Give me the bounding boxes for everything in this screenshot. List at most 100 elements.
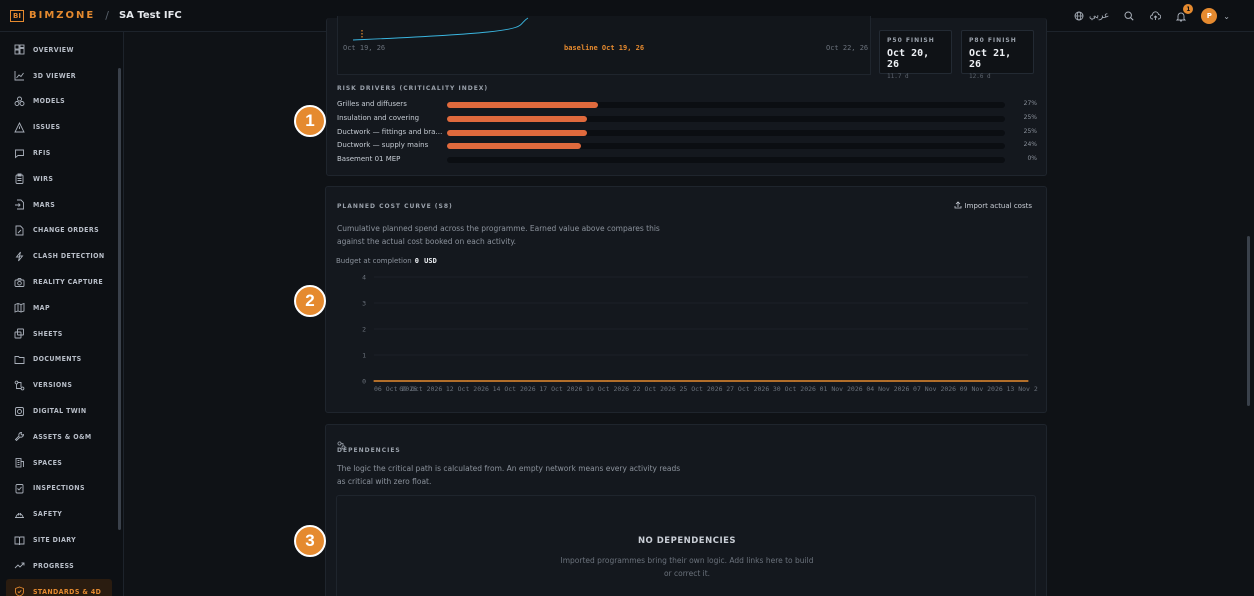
sidebar-item-site-diary[interactable]: SITE DIARY <box>0 527 123 553</box>
sidebar-item-safety[interactable]: SAFETY <box>0 501 123 527</box>
wrench-icon <box>14 431 25 442</box>
x-tick-label: 04 Nov 2026 <box>866 385 909 391</box>
sidebar-item-clash-detection[interactable]: CLASH DETECTION <box>0 243 123 269</box>
sidebar-item-standards-4d[interactable]: STANDARDS & 4D <box>6 578 112 596</box>
x-tick-label: 09 Oct 2026 <box>399 385 442 391</box>
sidebar-item-reality-capture[interactable]: REALITY CAPTURE <box>0 269 123 295</box>
avatar[interactable]: P <box>1201 8 1218 24</box>
sidebar-item-label: 3D VIEWER <box>33 71 77 80</box>
y-tick-label: 4 <box>362 274 366 282</box>
language-switch[interactable]: عربي <box>1073 10 1109 22</box>
series-point <box>466 380 469 382</box>
cost-curve-chart: 0 1 2 3 4 06 Oct 2026 09 Oct 2026 12 Oct 2026 14… <box>336 271 1050 394</box>
risk-driver-bar-track <box>447 115 1005 122</box>
import-actual-costs-label: Import actual costs <box>964 202 1032 210</box>
sidebar-item-progress[interactable]: PROGRESS <box>0 553 123 579</box>
series-point <box>653 380 655 382</box>
shield-check-icon <box>14 586 25 596</box>
sidebar-item-rfis[interactable]: RFIS <box>0 140 123 166</box>
annotation-marker-3: 3 <box>294 525 326 557</box>
sidebar-item-documents[interactable]: DOCUMENTS <box>0 347 123 373</box>
logo[interactable]: BI BIMZONE <box>10 9 95 22</box>
sidebar-item-label: DOCUMENTS <box>33 355 82 364</box>
cost-desc-line1: Cumulative planned spend across the prog… <box>337 224 660 233</box>
sidebar-item-label: ASSETS & O&M <box>33 432 92 441</box>
sidebar-item-versions[interactable]: VERSIONS <box>0 372 123 398</box>
y-tick-label: 1 <box>362 352 366 360</box>
sidebar-item-models[interactable]: MODELS <box>0 89 123 115</box>
sidebar-item-label: SHEETS <box>33 329 63 338</box>
sidebar-item-mars[interactable]: MARS <box>0 192 123 218</box>
project-name[interactable]: SA Test IFC <box>119 10 182 21</box>
sidebar-item-digital-twin[interactable]: DIGITAL TWIN <box>0 398 123 424</box>
y-tick-label: 2 <box>362 326 366 334</box>
risk-driver-bar-fill <box>447 129 587 136</box>
risk-driver-label: Basement 01 MEP <box>337 155 401 164</box>
globe-icon <box>1073 10 1085 22</box>
sidebar-scrollbar[interactable] <box>118 68 121 530</box>
sidebar-item-wirs[interactable]: WIRS <box>0 166 123 192</box>
top-actions: عربي 1 P ⌄ <box>1073 0 1230 32</box>
risk-driver-bar-fill <box>447 102 598 108</box>
risk-driver-bar-fill <box>447 115 587 122</box>
sidebar-item-overview[interactable]: OVERVIEW <box>0 37 123 63</box>
risk-driver-row[interactable]: Ductwork — fittings and branc… 25% <box>337 127 1037 139</box>
sidebar-item-label: INSPECTIONS <box>33 484 85 493</box>
p80-label: P80 FINISH <box>969 37 1017 44</box>
bac-value: 0 <box>414 257 419 265</box>
sidebar: OVERVIEW 3D VIEWER MODELS ISSUES RFIS WIRS MAR… <box>0 32 124 596</box>
upload-cloud-icon[interactable] <box>1149 10 1161 22</box>
search-icon[interactable] <box>1123 10 1135 22</box>
sidebar-item-issues[interactable]: ISSUES <box>0 114 123 140</box>
sidebar-item-assets-o-m[interactable]: ASSETS & O&M <box>0 424 123 450</box>
dashboard-icon <box>14 44 25 55</box>
x-tick-label: 01 Nov 2026 <box>820 385 863 391</box>
p50-label: P50 FINISH <box>887 37 935 44</box>
series-point <box>700 380 702 382</box>
cost-curve-svg: 0123406 Oct 202609 Oct 2026 12 Oct 2026 14… <box>362 274 1050 394</box>
sidebar-item-label: OVERVIEW <box>33 45 74 54</box>
risk-driver-bar-track <box>447 129 1005 136</box>
risk-driver-row[interactable]: Ductwork — supply mains 24% <box>337 140 1037 152</box>
x-tick-label: 22 Oct 2026 <box>633 385 676 391</box>
import-actual-costs-button[interactable]: Import actual costs <box>954 201 1032 211</box>
series-point <box>793 380 796 382</box>
versions-icon <box>14 380 25 391</box>
chevron-down-icon[interactable]: ⌄ <box>1223 12 1230 21</box>
empty-state-description: Imported programmes bring their own logi… <box>560 556 814 578</box>
sidebar-item-label: CHANGE ORDERS <box>33 226 100 235</box>
dependencies-desc-line2: as critical with zero float. <box>337 476 432 486</box>
x-tick-label: 17 Oct 2026 <box>539 385 582 391</box>
sidebar-item-sheets[interactable]: SHEETS <box>0 321 123 347</box>
sidebar-item-inspections[interactable]: INSPECTIONS <box>0 476 123 502</box>
x-tick-label: 14 Oct 2026 <box>493 385 536 391</box>
sidebar-item-change-orders[interactable]: CHANGE ORDERS <box>0 218 123 244</box>
sidebar-item-spaces[interactable]: SPACES <box>0 450 123 476</box>
cost-curve-card: PLANNED COST CURVE (S8) Import actual co… <box>325 186 1050 413</box>
annotation-marker-1: 1 <box>294 105 326 137</box>
sidebar-item-map[interactable]: MAP <box>0 295 123 321</box>
series-point <box>980 380 982 382</box>
sidebar-item-label: VERSIONS <box>33 381 73 390</box>
empty-state-title: NO DEPENDENCIES <box>637 536 737 546</box>
trend-icon <box>14 560 25 571</box>
upload-icon <box>954 201 962 211</box>
map-icon <box>14 302 25 313</box>
file-import-icon <box>14 199 25 210</box>
risk-driver-bar-track <box>447 102 1005 108</box>
p80-finish-box: P80 FINISH Oct 21, 26 12.6 d <box>961 30 1034 80</box>
series-point <box>887 380 889 382</box>
risk-driver-row[interactable]: Insulation and covering 25% <box>337 113 1037 125</box>
sidebar-item-label: MAP <box>33 303 50 312</box>
sidebar-item-3d-viewer[interactable]: 3D VIEWER <box>0 63 123 89</box>
risk-driver-label: Ductwork — supply mains <box>337 141 429 150</box>
x-tick-label: 27 Oct 2026 <box>726 385 769 391</box>
page-scrollbar[interactable] <box>1247 236 1250 406</box>
bac-unit: USD <box>424 257 437 265</box>
risk-driver-row[interactable]: Grilles and diffusers 27% <box>337 99 1037 111</box>
bell-icon[interactable]: 1 <box>1175 4 1194 22</box>
series-point <box>373 380 375 382</box>
sidebar-item-label: ISSUES <box>33 123 61 132</box>
risk-driver-row[interactable]: Basement 01 MEP 0% <box>337 154 1037 166</box>
sidebar-item-label: MODELS <box>33 97 66 106</box>
